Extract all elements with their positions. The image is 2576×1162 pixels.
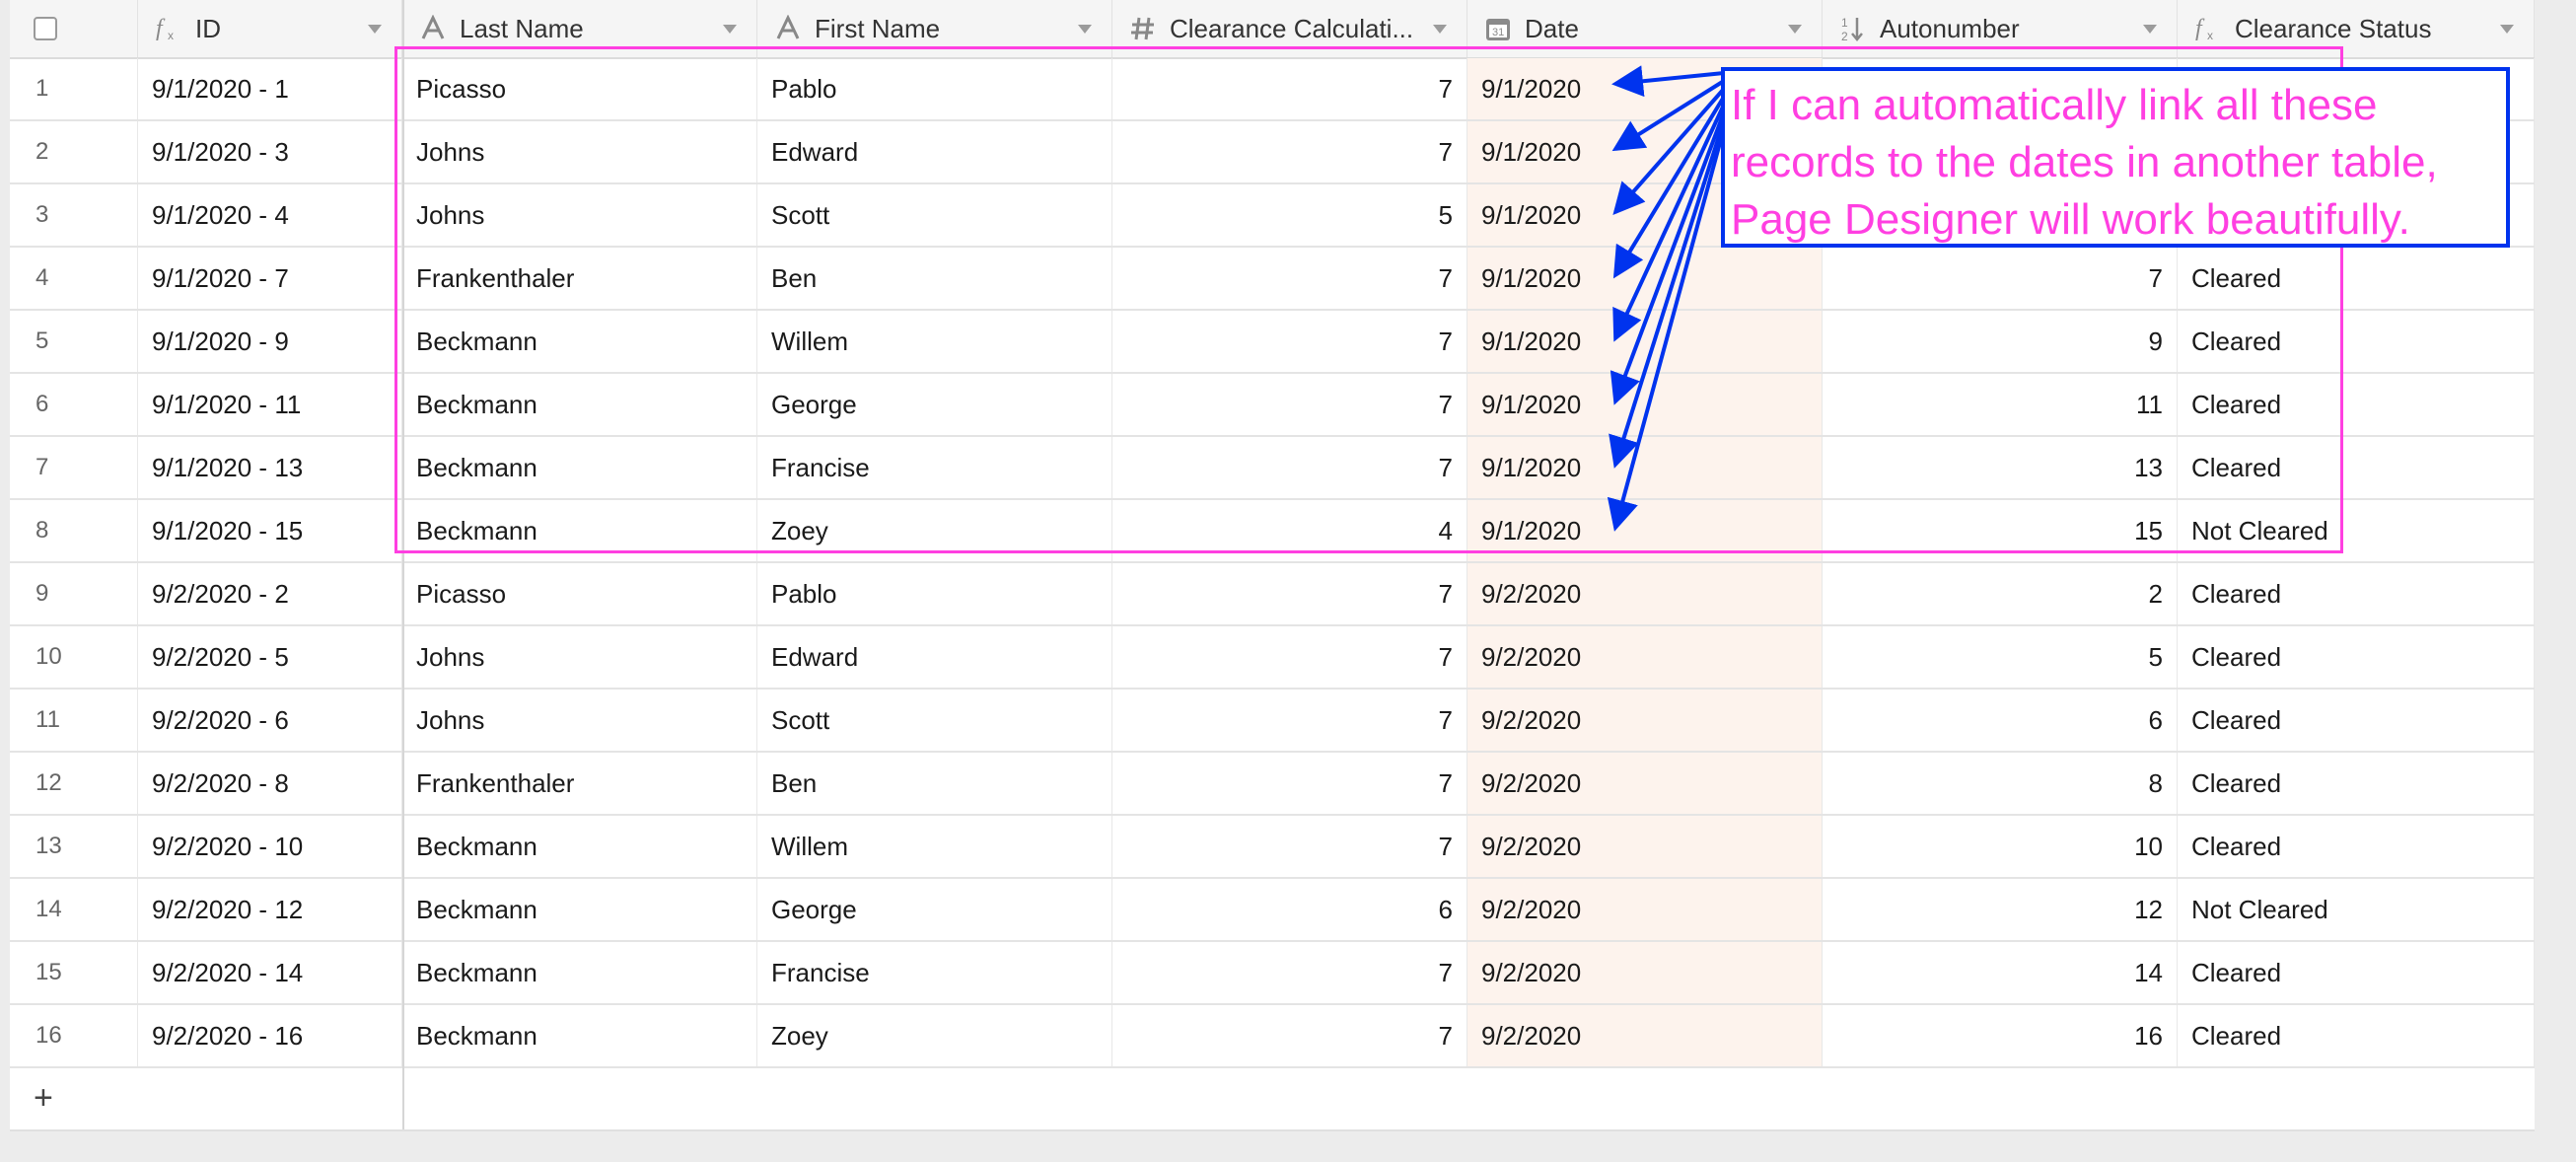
annotation-line: Page Designer will work beautifully.: [1731, 195, 2410, 244]
annotation-arrow: [1609, 119, 1726, 469]
annotation-line: If I can automatically link all these: [1731, 81, 2378, 129]
annotation-callout: If I can automatically link all these re…: [1721, 67, 2510, 248]
annotation-arrow: [1611, 65, 1725, 98]
annotation-arrow: [1610, 111, 1726, 405]
annotation-line: records to the dates in another table,: [1731, 138, 2438, 186]
